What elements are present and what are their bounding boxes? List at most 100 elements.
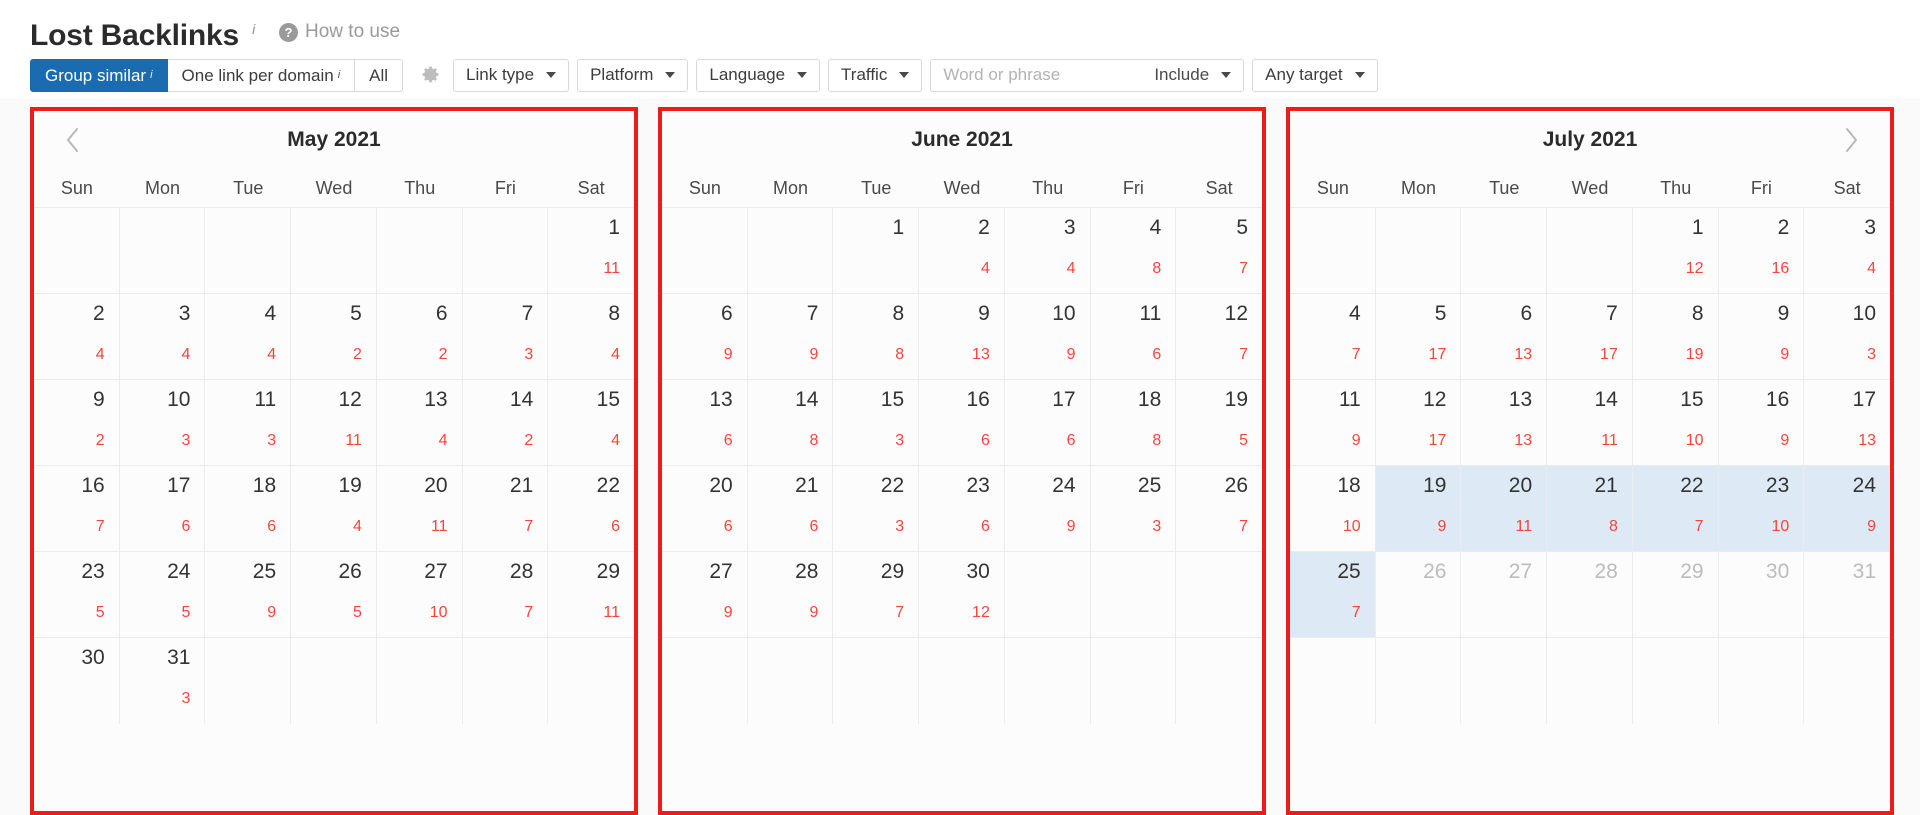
calendar-day-cell[interactable]: 19 9 (1375, 466, 1462, 552)
calendar-day-cell[interactable]: 24 9 (1804, 466, 1890, 552)
calendar-day-cell[interactable]: 6 13 (1461, 294, 1548, 380)
segment-all[interactable]: All (355, 58, 404, 92)
calendar-day-cell[interactable]: 14 8 (747, 380, 834, 466)
filter-language[interactable]: Language (696, 58, 821, 92)
filter-link-type[interactable]: Link type (453, 58, 570, 92)
calendar-day-cell[interactable]: 1 11 (548, 208, 634, 294)
calendar-day-cell[interactable]: 27 9 (662, 552, 748, 638)
calendar-day-cell[interactable]: 23 6 (919, 466, 1005, 552)
info-superscript-icon[interactable]: i (252, 21, 255, 37)
calendar-day-cell[interactable]: 20 11 (376, 466, 463, 552)
calendar-day-cell[interactable]: 216 (747, 466, 834, 552)
search-mode-dropdown[interactable]: Include (1146, 60, 1243, 91)
gear-icon[interactable] (419, 64, 441, 86)
calendar-day-cell[interactable]: 14 11 (1547, 380, 1633, 466)
chevron-right-icon[interactable] (1838, 127, 1864, 153)
calendar-day-cell[interactable]: 19 5 (1176, 380, 1262, 466)
calendar-day-cell[interactable]: 16 9 (1718, 380, 1805, 466)
calendar-day-cell[interactable]: 23 5 (34, 552, 120, 638)
calendar-day-cell[interactable]: 1 12 (1632, 208, 1719, 294)
calendar-day-cell[interactable]: 17 6 (1004, 380, 1091, 466)
calendar-day-cell[interactable]: 15 10 (1632, 380, 1719, 466)
calendar-day-cell[interactable]: 18 6 (205, 466, 292, 552)
calendar-day-cell[interactable]: 47 (1290, 294, 1376, 380)
calendar-day-cell[interactable]: 25 3 (1090, 466, 1177, 552)
calendar-day-cell[interactable]: 26 7 (1176, 466, 1262, 552)
calendar-day-cell[interactable]: 22 6 (548, 466, 634, 552)
segment-one-link-per-domain-info-icon[interactable]: i (338, 60, 340, 91)
calendar-day-cell[interactable]: 29 11 (548, 552, 634, 638)
calendar-day-cell[interactable]: 17 6 (119, 466, 206, 552)
calendar-day-cell[interactable]: 34 (1804, 208, 1890, 294)
calendar-day-cell[interactable]: 29 7 (833, 552, 920, 638)
calendar-day-cell[interactable]: 16 7 (34, 466, 120, 552)
calendar-day-cell[interactable]: 18 10 (1290, 466, 1376, 552)
calendar-day-cell[interactable]: 52 (291, 294, 377, 380)
calendar-day-cell[interactable]: 11 6 (1090, 294, 1177, 380)
calendar-day-cell[interactable]: 13 4 (376, 380, 463, 466)
calendar-day-cell[interactable]: 22 7 (1632, 466, 1719, 552)
calendar-day-cell[interactable]: 18 8 (1090, 380, 1177, 466)
calendar-day-cell[interactable]: 57 (1176, 208, 1262, 294)
calendar-day-cell[interactable]: 88 (833, 294, 920, 380)
calendar-day-cell[interactable]: 99 (1718, 294, 1805, 380)
calendar-day-cell[interactable]: 16 6 (919, 380, 1005, 466)
calendar-day-cell[interactable]: 10 3 (119, 380, 206, 466)
calendar-day-cell[interactable]: 13 6 (662, 380, 748, 466)
calendar-day-cell[interactable]: 7 17 (1547, 294, 1633, 380)
calendar-day-cell[interactable]: 48 (1090, 208, 1177, 294)
calendar-day-cell[interactable]: 13 13 (1461, 380, 1548, 466)
calendar-day-cell[interactable]: 10 3 (1804, 294, 1890, 380)
calendar-day-cell[interactable]: 31 3 (120, 638, 206, 724)
calendar-day-cell[interactable]: 30 (34, 638, 120, 724)
calendar-day-cell[interactable]: 12 11 (291, 380, 377, 466)
how-to-use-link[interactable]: ? How to use (279, 21, 400, 43)
calendar-day-cell[interactable]: 34 (1004, 208, 1091, 294)
calendar-day-cell[interactable]: 28 7 (462, 552, 549, 638)
segment-group-similar[interactable]: Group similar i (30, 58, 168, 92)
calendar-day-cell[interactable]: 10 9 (1004, 294, 1091, 380)
filter-platform[interactable]: Platform (577, 58, 689, 92)
calendar-day-cell[interactable]: 28 9 (747, 552, 834, 638)
segment-one-link-per-domain[interactable]: One link per domain i (167, 58, 356, 92)
calendar-day-cell[interactable]: 19 4 (291, 466, 377, 552)
calendar-day-cell[interactable]: 92 (34, 380, 120, 466)
search-input[interactable] (931, 59, 1147, 91)
calendar-day-cell[interactable]: 26 5 (291, 552, 377, 638)
calendar-day-cell[interactable]: 15 4 (548, 380, 634, 466)
chevron-left-icon[interactable] (60, 127, 86, 153)
calendar-day-cell[interactable]: 8 19 (1632, 294, 1719, 380)
filter-any-target[interactable]: Any target (1252, 58, 1378, 92)
calendar-day-cell[interactable]: 24 5 (119, 552, 206, 638)
calendar-day-cell[interactable]: 79 (747, 294, 834, 380)
calendar-day-cell[interactable]: 14 2 (462, 380, 549, 466)
calendar-day-cell[interactable]: 9 13 (919, 294, 1005, 380)
calendar-day-cell[interactable]: 25 9 (205, 552, 292, 638)
calendar-day-cell[interactable]: 11 3 (205, 380, 292, 466)
calendar-day-cell[interactable]: 24 9 (1004, 466, 1091, 552)
segment-group-similar-info-icon[interactable]: i (150, 60, 152, 91)
calendar-day-cell[interactable]: 21 8 (1547, 466, 1633, 552)
calendar-day-cell[interactable]: 22 3 (833, 466, 920, 552)
calendar-day-cell[interactable]: 17 13 (1804, 380, 1890, 466)
calendar-day-cell[interactable]: 24 (919, 208, 1005, 294)
calendar-day-cell[interactable]: 11 9 (1290, 380, 1376, 466)
calendar-day-cell[interactable]: 12 17 (1375, 380, 1462, 466)
calendar-day-cell[interactable]: 73 (462, 294, 549, 380)
calendar-day-cell[interactable]: 1 (833, 208, 920, 294)
calendar-day-cell[interactable]: 12 7 (1176, 294, 1262, 380)
calendar-day-cell[interactable]: 44 (205, 294, 292, 380)
calendar-day-cell[interactable]: 62 (376, 294, 463, 380)
filter-traffic[interactable]: Traffic (828, 58, 923, 92)
calendar-day-cell[interactable]: 23 10 (1718, 466, 1805, 552)
calendar-day-cell[interactable]: 69 (662, 294, 748, 380)
calendar-day-cell[interactable]: 20 6 (662, 466, 748, 552)
calendar-day-cell[interactable]: 20 11 (1461, 466, 1548, 552)
calendar-day-cell[interactable]: 30 12 (919, 552, 1005, 638)
calendar-day-cell[interactable]: 34 (119, 294, 206, 380)
calendar-day-cell[interactable]: 25 7 (1290, 552, 1376, 638)
calendar-day-cell[interactable]: 216 (1718, 208, 1805, 294)
calendar-day-cell[interactable]: 5 17 (1375, 294, 1462, 380)
calendar-day-cell[interactable]: 24 (34, 294, 120, 380)
calendar-day-cell[interactable]: 27 10 (376, 552, 463, 638)
